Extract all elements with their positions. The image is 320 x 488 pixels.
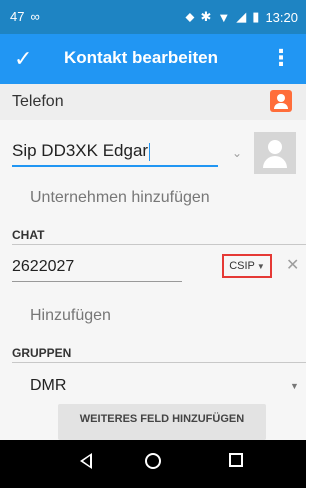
divider — [12, 244, 306, 245]
caret-down-icon[interactable]: ▼ — [290, 381, 299, 391]
page-title: Kontakt bearbeiten — [64, 48, 218, 67]
battery-icon: ▮ — [252, 9, 260, 24]
company-field[interactable]: Unternehmen hinzufügen — [30, 189, 210, 207]
status-time: 13:20 — [265, 9, 298, 25]
status-bar: 47 ∞ ⬥ ✱ ▼ ◢ ▮ 13:20 — [0, 0, 306, 34]
add-field-button[interactable]: WEITERES FELD HINZUFÜGEN — [58, 404, 266, 440]
back-icon[interactable] — [80, 453, 92, 469]
check-icon[interactable]: ✓ — [14, 46, 32, 72]
contact-photo[interactable] — [254, 132, 296, 174]
account-label: Telefon — [12, 93, 64, 110]
chat-section-header: CHAT — [12, 228, 45, 242]
navigation-bar — [0, 440, 306, 488]
name-value: Sip DD3XK Edgar — [12, 141, 149, 160]
chevron-down-icon[interactable]: ⌄ — [232, 146, 242, 160]
divider — [12, 362, 306, 363]
text-cursor — [149, 142, 151, 161]
status-number: 47 — [10, 9, 25, 24]
overflow-menu-icon[interactable]: ⋮ — [270, 45, 292, 71]
contact-account-icon — [270, 90, 292, 112]
person-icon — [268, 140, 282, 154]
edit-contact-form: Telefon Sip DD3XK Edgar ⌄ Unternehmen hi… — [0, 84, 306, 440]
signal-icon: ◢ — [236, 9, 247, 24]
infinity-icon: ∞ — [30, 9, 40, 24]
chat-type-dropdown[interactable]: CSIP ▼ — [222, 254, 272, 278]
add-chat-field[interactable]: Hinzufügen — [30, 307, 111, 325]
location-icon: ⬥ — [185, 9, 195, 24]
app-bar: ✓ Kontakt bearbeiten ⋮ — [0, 34, 306, 84]
caret-down-icon: ▼ — [256, 261, 265, 271]
name-field[interactable]: Sip DD3XK Edgar — [12, 141, 218, 167]
groups-section-header: GRUPPEN — [12, 346, 72, 360]
chat-type-label: CSIP — [229, 260, 255, 272]
home-icon[interactable] — [145, 453, 161, 469]
group-dropdown[interactable]: DMR — [30, 377, 66, 395]
chat-field[interactable]: 2622027 — [12, 258, 182, 282]
account-row: Telefon — [0, 84, 306, 120]
remove-icon[interactable]: ✕ — [286, 255, 299, 275]
wifi-icon: ▼ — [217, 9, 231, 25]
bluetooth-icon: ✱ — [200, 9, 212, 24]
recent-apps-icon[interactable] — [229, 453, 243, 467]
